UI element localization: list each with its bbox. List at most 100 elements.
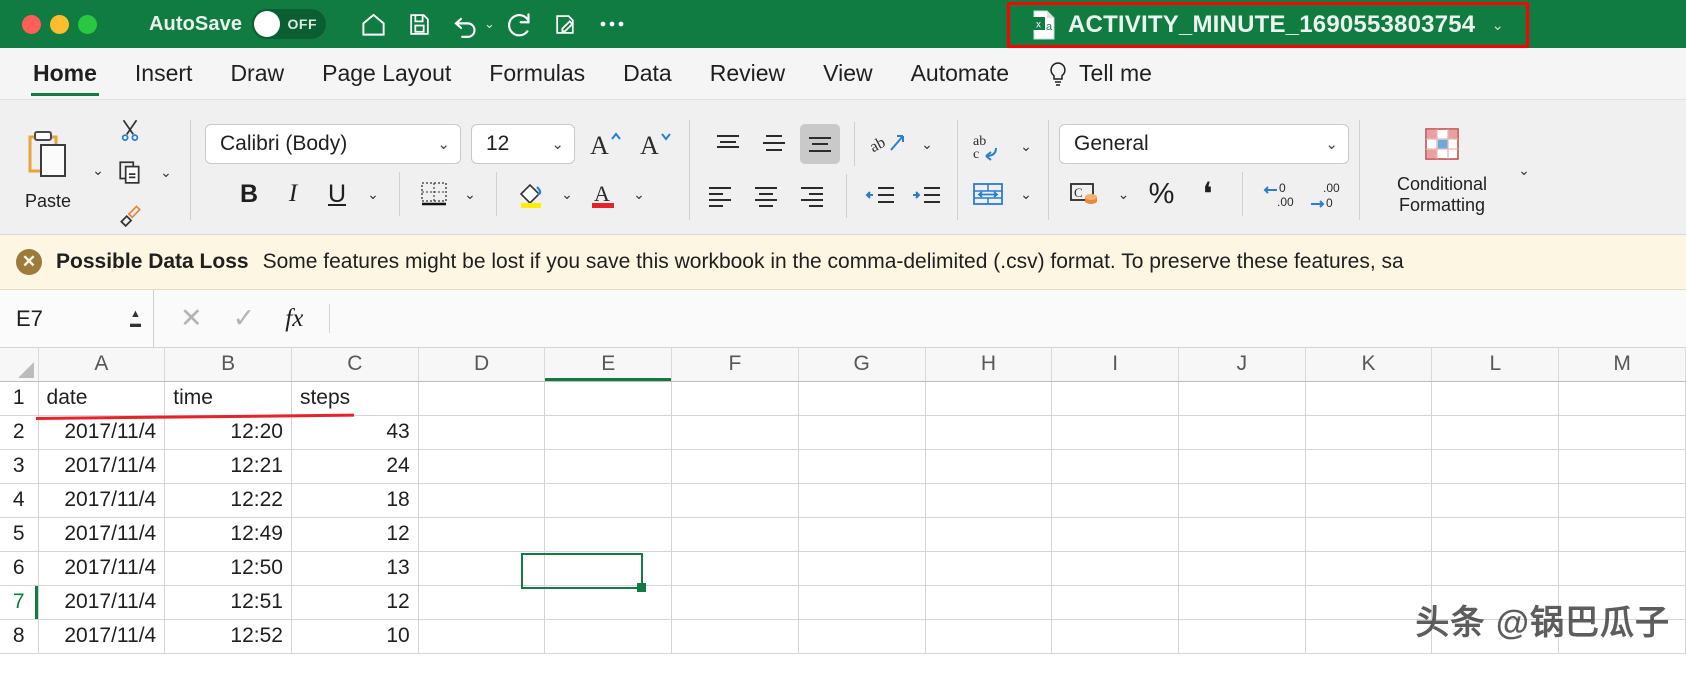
cell-d7[interactable] [418,585,546,620]
increase-indent-icon[interactable] [907,176,947,216]
cell-a8[interactable]: 2017/11/4 [38,619,166,654]
align-right-icon[interactable] [792,176,832,216]
cell-f1[interactable] [671,381,799,416]
cell-g1[interactable] [798,381,926,416]
cell-k4[interactable] [1305,483,1433,518]
cell-a9[interactable] [38,653,166,654]
cell-d1[interactable] [418,381,546,416]
cell-g7[interactable] [798,585,926,620]
text-orientation-icon[interactable]: ab [869,124,909,164]
cell-h8[interactable] [925,619,1053,654]
cell-j2[interactable] [1178,415,1306,450]
tab-review[interactable]: Review [691,48,804,100]
column-header-m[interactable]: M [1558,348,1686,382]
underline-dropdown-icon[interactable]: ⌄ [361,174,385,214]
cell-d8[interactable] [418,619,546,654]
formula-input[interactable] [330,290,1686,347]
row-header-1[interactable]: 1 [0,381,39,416]
cell-i8[interactable] [1051,619,1179,654]
autosave-toggle[interactable]: OFF [252,9,327,39]
increase-font-size-icon[interactable]: A [585,124,625,164]
autosave-control[interactable]: AutoSave OFF [149,9,327,39]
confirm-formula-icon[interactable]: ✓ [233,303,256,334]
cell-b1[interactable]: time [164,381,292,416]
align-left-icon[interactable] [700,176,740,216]
cell-l4[interactable] [1431,483,1560,518]
copy-dropdown-icon[interactable]: ⌄ [154,152,178,192]
align-center-icon[interactable] [746,176,786,216]
cell-h7[interactable] [925,585,1053,620]
cell-e4[interactable] [544,483,673,518]
tab-formulas[interactable]: Formulas [470,48,604,100]
cell-f2[interactable] [671,415,799,450]
row-header-3[interactable]: 3 [0,449,39,484]
quick-print-icon[interactable] [545,5,587,43]
cell-m9[interactable] [1558,653,1686,654]
cell-e7[interactable] [544,585,673,620]
cell-j1[interactable] [1178,381,1306,416]
cell-c2[interactable]: 43 [291,415,419,450]
font-size-select[interactable]: 12 ⌄ [471,124,575,164]
decrease-indent-icon[interactable] [861,176,901,216]
save-icon[interactable] [398,5,440,43]
cell-f8[interactable] [671,619,799,654]
cell-a2[interactable]: 2017/11/4 [38,415,166,450]
column-header-d[interactable]: D [418,348,546,382]
cell-c9[interactable] [291,653,419,654]
cell-b9[interactable] [164,653,292,654]
cell-i5[interactable] [1051,517,1179,552]
cell-m1[interactable] [1558,381,1686,416]
cell-a6[interactable]: 2017/11/4 [38,551,166,586]
cell-g9[interactable] [798,653,926,654]
decrease-font-size-icon[interactable]: A [635,124,675,164]
cell-g4[interactable] [798,483,926,518]
cell-m4[interactable] [1558,483,1686,518]
cell-j3[interactable] [1178,449,1306,484]
borders-icon[interactable] [414,174,454,214]
cell-k7[interactable] [1305,585,1433,620]
cell-j8[interactable] [1178,619,1306,654]
close-window-button[interactable] [22,14,41,34]
cell-g2[interactable] [798,415,926,450]
cell-i3[interactable] [1051,449,1179,484]
cell-e9[interactable] [544,653,673,654]
column-header-g[interactable]: G [798,348,926,382]
cell-b4[interactable]: 12:22 [164,483,292,518]
cell-d5[interactable] [418,517,546,552]
accounting-format-dropdown-icon[interactable]: ⌄ [1112,174,1136,214]
cell-l7[interactable] [1431,585,1560,620]
fill-color-icon[interactable] [511,174,551,214]
cell-k8[interactable] [1305,619,1433,654]
cell-k2[interactable] [1305,415,1433,450]
cell-f3[interactable] [671,449,799,484]
tab-home[interactable]: Home [14,48,116,100]
cell-b8[interactable]: 12:52 [164,619,292,654]
bold-button[interactable]: B [229,174,269,214]
select-all-corner[interactable] [0,348,39,382]
cell-h9[interactable] [925,653,1053,654]
cell-j9[interactable] [1178,653,1306,654]
cell-a3[interactable]: 2017/11/4 [38,449,166,484]
increase-decimal-icon[interactable]: 0 .00 [1257,174,1297,214]
font-color-icon[interactable]: A [583,174,623,214]
cell-f7[interactable] [671,585,799,620]
conditional-formatting-button[interactable]: Conditional Formatting [1372,106,1512,234]
cell-a7[interactable]: 2017/11/4 [38,585,166,620]
row-header-4[interactable]: 4 [0,483,39,518]
align-middle-icon[interactable] [754,124,794,164]
fill-color-dropdown-icon[interactable]: ⌄ [555,174,579,214]
column-header-h[interactable]: H [925,348,1053,382]
cell-h1[interactable] [925,381,1053,416]
cell-c3[interactable]: 24 [291,449,419,484]
comma-style-icon[interactable]: ❛ [1188,174,1228,214]
merge-cells-icon[interactable] [968,174,1008,214]
insert-function-icon[interactable]: fx [285,305,303,333]
redo-icon[interactable] [499,5,541,43]
format-painter-icon[interactable] [110,194,150,234]
cell-h6[interactable] [925,551,1053,586]
cell-c7[interactable]: 12 [291,585,419,620]
cell-m2[interactable] [1558,415,1686,450]
cell-k3[interactable] [1305,449,1433,484]
cell-d6[interactable] [418,551,546,586]
cell-i2[interactable] [1051,415,1179,450]
